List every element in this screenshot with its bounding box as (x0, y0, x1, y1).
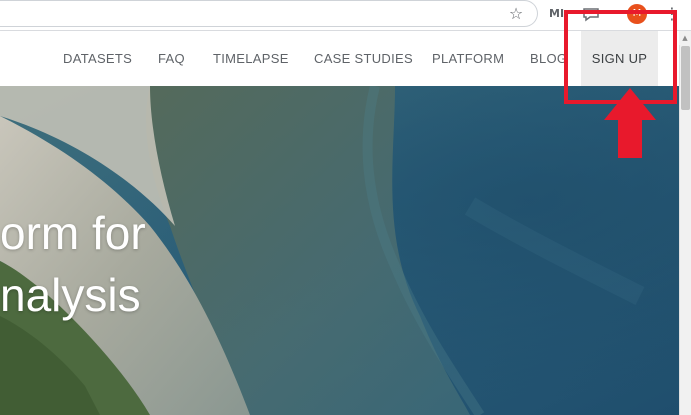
hero-title-line-1: orm for (0, 207, 146, 259)
address-bar[interactable] (0, 0, 538, 27)
star-icon[interactable]: ☆ (506, 4, 526, 24)
annotation-arrow-icon (604, 88, 656, 158)
nav-timelapse[interactable]: TIMELAPSE (213, 31, 289, 86)
scrollbar-thumb[interactable] (681, 46, 690, 110)
nav-faq[interactable]: FAQ (158, 31, 185, 86)
scroll-up-arrow-icon[interactable]: ▲ (679, 31, 691, 45)
nav-platform[interactable]: PLATFORM (432, 31, 504, 86)
hero-banner: orm for nalysis (0, 86, 679, 415)
nav-case-studies[interactable]: CASE STUDIES (314, 31, 413, 86)
nav-blog[interactable]: BLOG (530, 31, 567, 86)
nav-datasets[interactable]: DATASETS (63, 31, 132, 86)
hero-title-line-2: nalysis (0, 269, 141, 321)
